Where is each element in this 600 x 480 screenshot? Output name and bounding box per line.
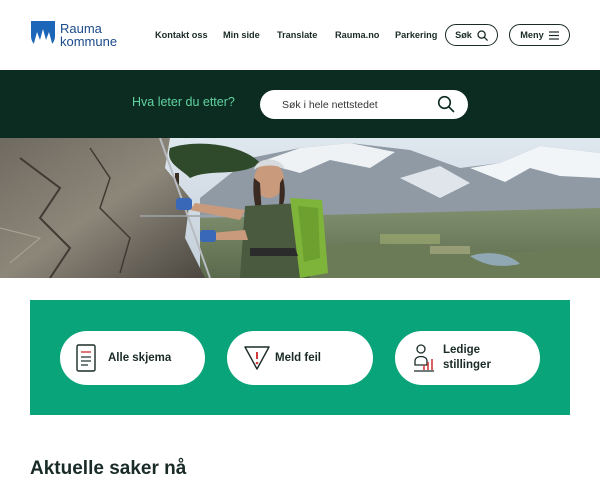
search-submit-icon[interactable]	[437, 95, 455, 113]
all-forms-card[interactable]: Alle skjema	[60, 331, 205, 385]
search-icon	[477, 29, 488, 41]
climber-photo	[0, 138, 600, 278]
menu-label: Meny	[520, 30, 544, 40]
person-chart-icon	[414, 344, 434, 372]
search-heading: Hva leter du etter?	[132, 95, 235, 109]
nav-my-page-link[interactable]: Min side	[223, 24, 260, 46]
warning-triangle-icon	[244, 346, 270, 370]
report-error-card[interactable]: Meld feil	[227, 331, 373, 385]
all-forms-label: Alle skjema	[108, 352, 172, 364]
job-vacancies-line-2: stillinger	[443, 359, 491, 371]
news-section-title: Aktuelle saker nå	[30, 458, 187, 479]
job-vacancies-card[interactable]: Ledige stillinger	[395, 331, 540, 385]
hamburger-icon	[548, 30, 559, 40]
menu-button[interactable]: Meny	[509, 24, 570, 46]
header-search-button[interactable]: Søk	[445, 24, 498, 46]
rauma-logo-link[interactable]: Rauma kommune	[30, 20, 117, 50]
nav-translate-link[interactable]: Translate	[277, 24, 317, 46]
nav-parking-link[interactable]: Parkering	[395, 24, 437, 46]
nav-rauma-no-link[interactable]: Rauma.no	[335, 24, 379, 46]
header-search-label: Søk	[455, 30, 472, 40]
report-error-label: Meld feil	[275, 352, 322, 364]
coat-of-arms-icon	[31, 21, 55, 50]
job-vacancies-label: Ledige stillinger	[443, 343, 491, 373]
job-vacancies-line-1: Ledige	[443, 344, 481, 356]
form-document-icon	[76, 344, 96, 372]
nav-contact-link[interactable]: Kontakt oss	[155, 24, 208, 46]
logo-line-2: kommune	[60, 34, 118, 49]
site-header: Rauma kommune Kontakt oss Min side Trans…	[0, 0, 600, 70]
hero-image	[0, 138, 600, 278]
logo-wordmark: Rauma kommune	[60, 22, 117, 48]
